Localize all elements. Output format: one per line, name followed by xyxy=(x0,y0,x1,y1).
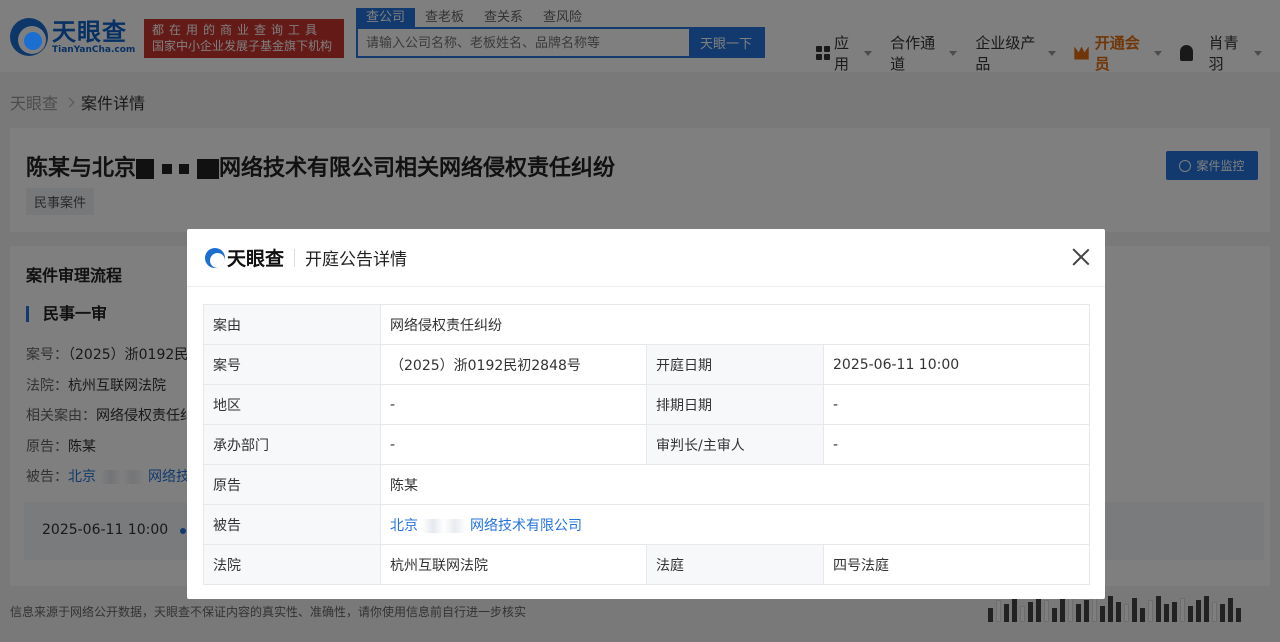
label-cause: 案由 xyxy=(203,304,381,345)
label-defendant: 被告 xyxy=(203,504,381,545)
logo-mark-icon xyxy=(205,247,225,268)
table-row: 被告 北京 网络技术有限公司 xyxy=(203,504,1091,545)
table-row: 承办部门 - 审判长/主审人 - xyxy=(203,424,1091,465)
value-defendant: 北京 网络技术有限公司 xyxy=(379,504,1091,545)
redaction-block xyxy=(422,518,466,533)
hearing-notice-modal: 天眼查 开庭公告详情 案由 网络侵权责任纠纷 案号 （2025）浙0192民初2… xyxy=(187,229,1105,599)
table-row: 法院 杭州互联网法院 法庭 四号法庭 xyxy=(203,544,1091,585)
divider xyxy=(294,248,296,267)
value-schedule-date: - xyxy=(822,384,1091,425)
table-row: 案号 （2025）浙0192民初2848号 开庭日期 2025-06-11 10… xyxy=(203,344,1091,385)
defendant-company-link[interactable]: 北京 网络技术有限公司 xyxy=(390,518,582,534)
modal-header: 天眼查 开庭公告详情 xyxy=(187,229,1105,287)
label-hearing-date: 开庭日期 xyxy=(646,344,824,385)
value-plaintiff: 陈某 xyxy=(379,464,1091,505)
table-row: 原告 陈某 xyxy=(203,464,1091,505)
label-court: 法院 xyxy=(203,544,381,585)
value-court: 杭州互联网法院 xyxy=(380,544,647,585)
value-case-no: （2025）浙0192民初2848号 xyxy=(380,344,647,385)
label-plaintiff: 原告 xyxy=(203,464,381,505)
value-cause: 网络侵权责任纠纷 xyxy=(379,304,1091,345)
modal-title: 开庭公告详情 xyxy=(305,250,408,270)
modal-logo-text: 天眼查 xyxy=(227,248,285,270)
close-icon[interactable] xyxy=(1071,247,1091,267)
label-schedule-date: 排期日期 xyxy=(646,384,824,425)
modal-logo: 天眼查 xyxy=(205,244,284,271)
label-judge: 审判长/主审人 xyxy=(646,424,824,465)
value-judge: - xyxy=(822,424,1091,465)
label-region: 地区 xyxy=(203,384,381,425)
value-department: - xyxy=(380,424,647,465)
value-hearing-date: 2025-06-11 10:00 xyxy=(822,344,1091,385)
label-department: 承办部门 xyxy=(203,424,381,465)
table-row: 案由 网络侵权责任纠纷 xyxy=(203,304,1091,345)
label-courtroom: 法庭 xyxy=(646,544,824,585)
label-case-no: 案号 xyxy=(203,344,381,385)
value-region: - xyxy=(380,384,647,425)
hearing-detail-table: 案由 网络侵权责任纠纷 案号 （2025）浙0192民初2848号 开庭日期 2… xyxy=(203,304,1091,585)
table-row: 地区 - 排期日期 - xyxy=(203,384,1091,425)
value-courtroom: 四号法庭 xyxy=(822,544,1091,585)
